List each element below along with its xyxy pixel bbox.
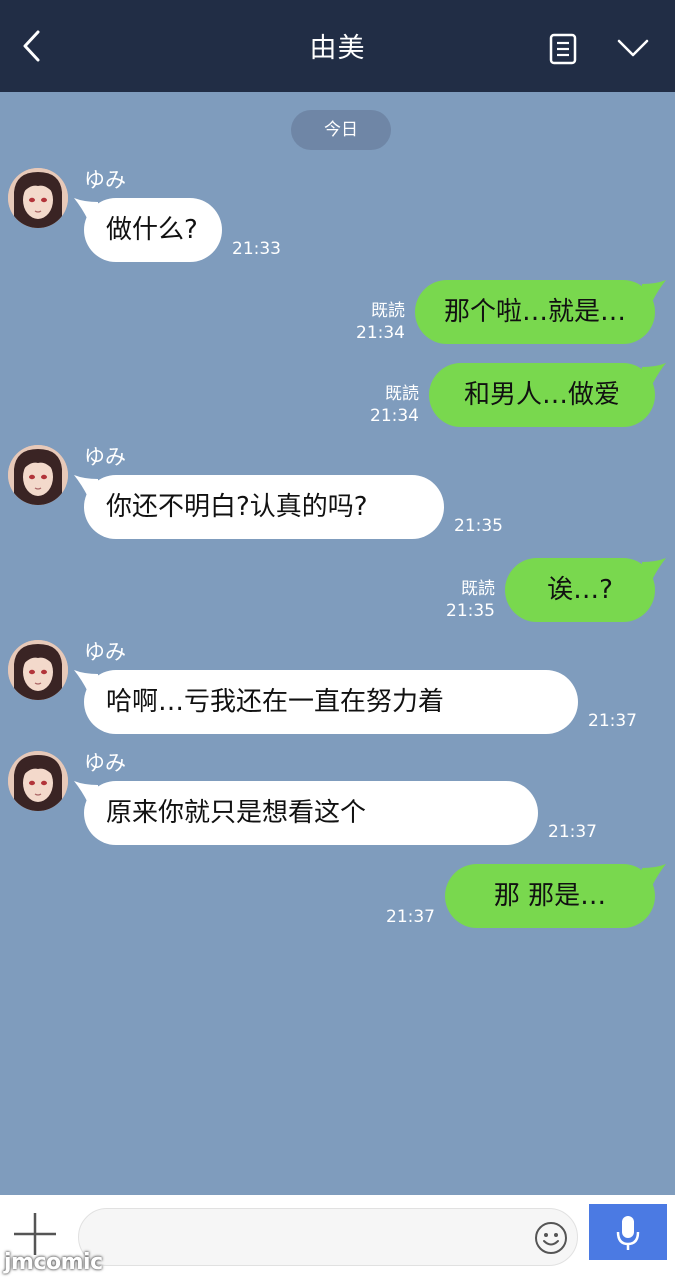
message-time: 21:35 xyxy=(446,601,495,621)
outgoing-message-bubble[interactable]: 诶…? xyxy=(505,558,655,622)
incoming-message-bubble[interactable]: 你还不明白?认真的吗? xyxy=(84,475,444,539)
outgoing-message-bubble[interactable]: 那个啦…就是… xyxy=(415,280,655,344)
incoming-message-bubble[interactable]: 做什么? xyxy=(84,198,222,262)
read-receipt: 既読 xyxy=(461,579,495,599)
outgoing-message-bubble[interactable]: 那 那是… xyxy=(445,864,655,928)
message-time: 21:34 xyxy=(370,406,419,426)
outgoing-message-bubble[interactable]: 和男人…做爱 xyxy=(429,363,655,427)
avatar[interactable] xyxy=(8,168,68,228)
message-list[interactable]: 今日 ゆみ 做什么? 21:33 那个啦…就是… 既読 21:34 和男人…做爱 既読 21:3… xyxy=(0,92,675,1195)
avatar-portrait-icon xyxy=(8,751,68,811)
sender-name: ゆみ xyxy=(84,751,126,775)
avatar[interactable] xyxy=(8,751,68,811)
sender-name: ゆみ xyxy=(84,640,126,664)
mic-button[interactable] xyxy=(589,1204,667,1260)
message-time: 21:33 xyxy=(232,239,281,259)
emoji-icon[interactable] xyxy=(534,1221,568,1255)
mic-icon xyxy=(616,1216,640,1250)
read-receipt: 既読 xyxy=(371,301,405,321)
avatar[interactable] xyxy=(8,445,68,505)
avatar-portrait-icon xyxy=(8,640,68,700)
chat-header: 由美 xyxy=(0,0,675,92)
avatar-portrait-icon xyxy=(8,445,68,505)
avatar[interactable] xyxy=(8,640,68,700)
date-chip: 今日 xyxy=(291,110,391,150)
note-icon[interactable] xyxy=(549,33,577,65)
message-time: 21:37 xyxy=(588,711,637,731)
message-time: 21:35 xyxy=(454,516,503,536)
incoming-message-bubble[interactable]: 哈啊…亏我还在一直在努力着 xyxy=(84,670,578,734)
chevron-down-icon[interactable] xyxy=(616,36,650,60)
message-time: 21:34 xyxy=(356,323,405,343)
avatar-portrait-icon xyxy=(8,168,68,228)
sender-name: ゆみ xyxy=(84,445,126,469)
message-time: 21:37 xyxy=(548,822,597,842)
incoming-message-bubble[interactable]: 原来你就只是想看这个 xyxy=(84,781,538,845)
read-receipt: 既読 xyxy=(385,384,419,404)
sender-name: ゆみ xyxy=(84,168,126,192)
watermark: jmcomic xyxy=(4,1250,103,1275)
message-time: 21:37 xyxy=(386,907,435,927)
message-input[interactable] xyxy=(78,1208,578,1266)
